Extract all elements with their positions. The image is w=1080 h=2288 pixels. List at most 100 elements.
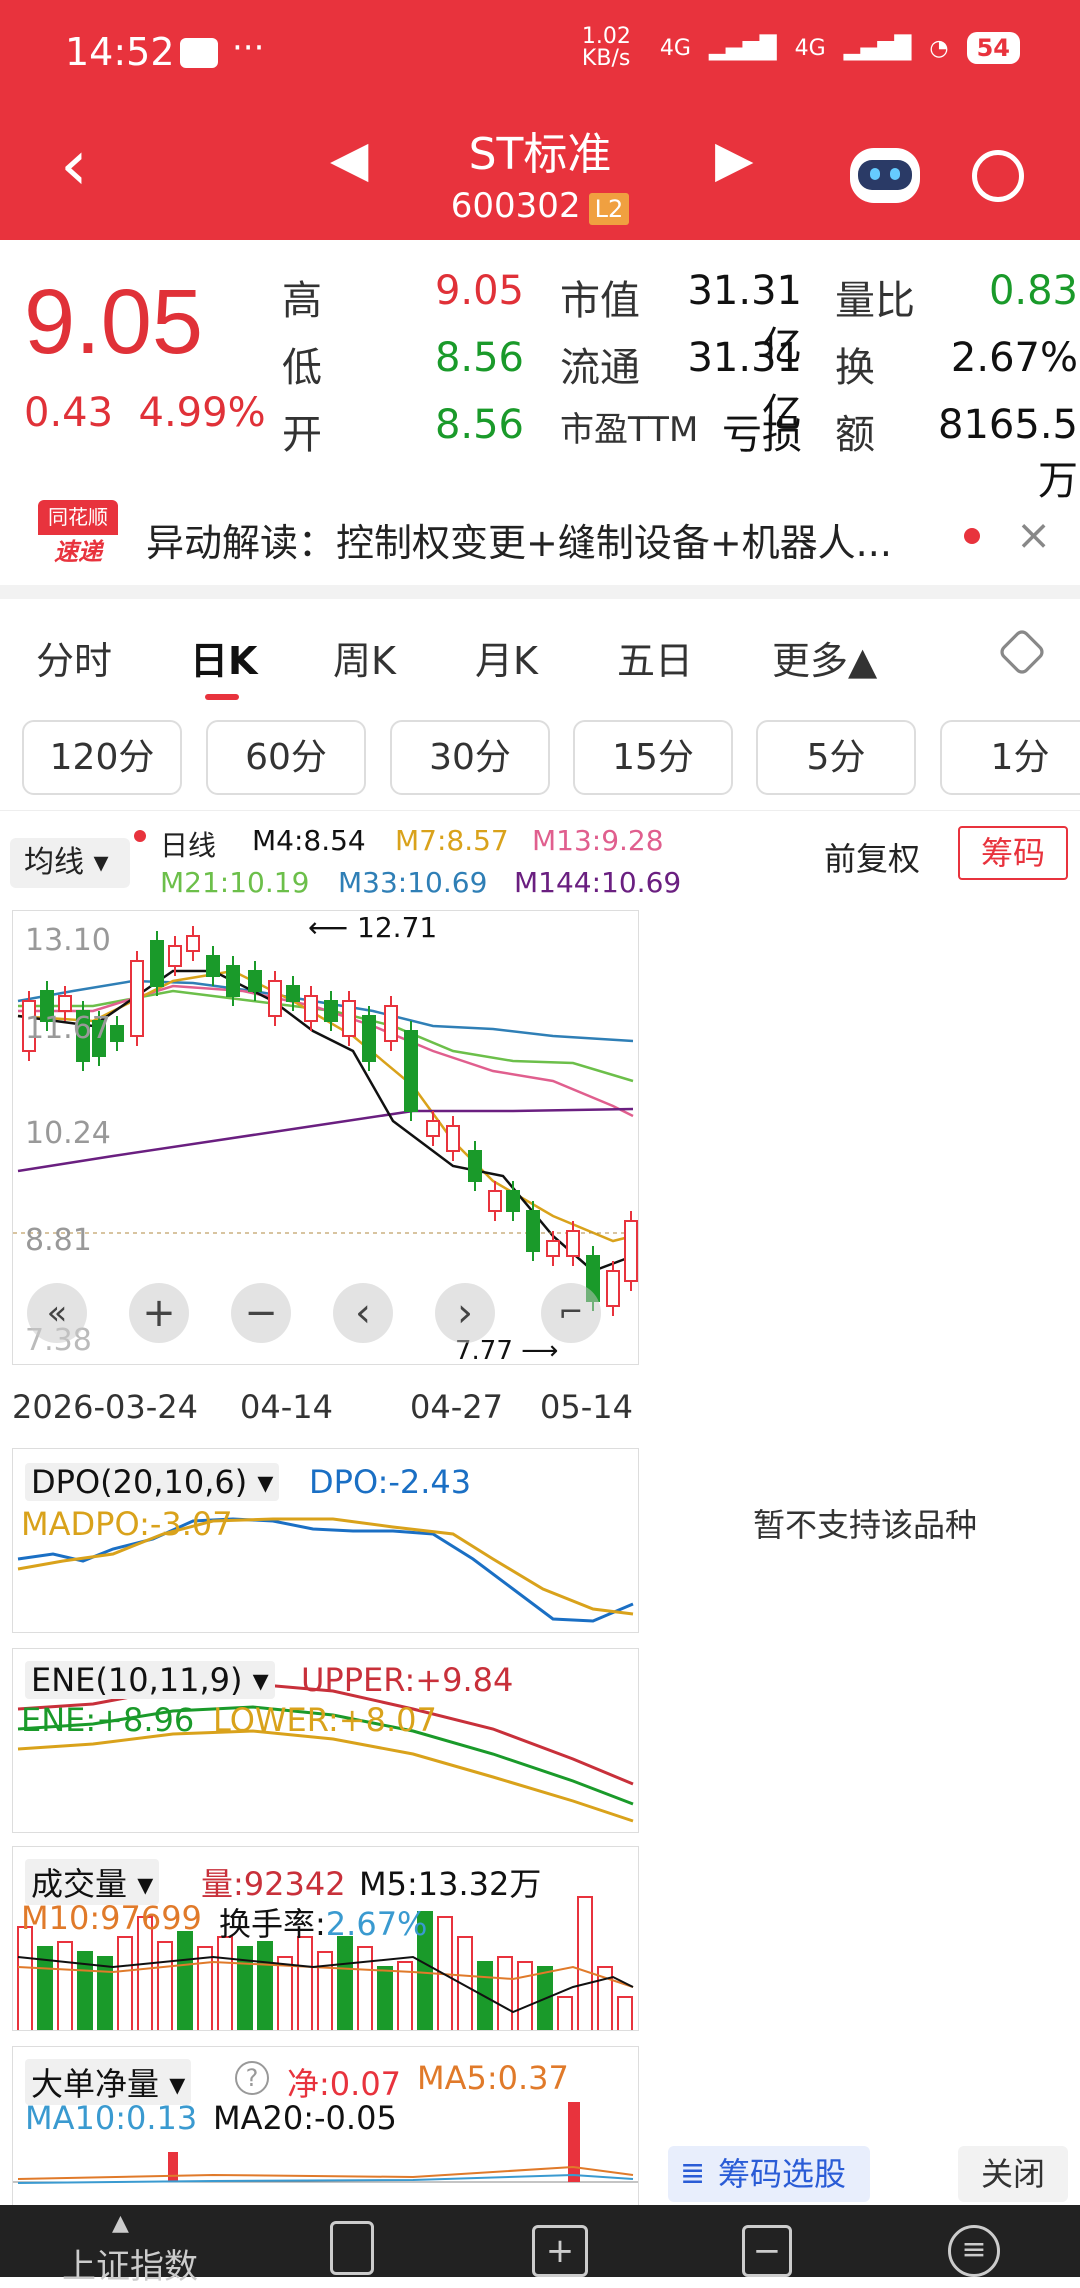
legend-m4: M4:8.54 xyxy=(252,824,366,857)
candle-body xyxy=(488,1190,502,1212)
big-order-panel[interactable]: 大单净量 ▾ ? 净:0.07 MA5:0.37 MA10:0.13 MA20:… xyxy=(12,2046,639,2206)
candle-body xyxy=(606,1270,620,1307)
search-icon[interactable] xyxy=(972,150,1024,202)
volratio-value: 0.83 xyxy=(988,268,1078,314)
volume-bar xyxy=(217,1936,233,2030)
divider xyxy=(0,585,1080,599)
list-icon: ≣ xyxy=(680,2156,706,2191)
notes-icon[interactable] xyxy=(330,2221,374,2275)
open-label: 开 xyxy=(282,412,322,458)
date-axis-4: 05-14 xyxy=(540,1388,633,1426)
candle-body xyxy=(150,940,164,987)
rewind-icon[interactable]: « xyxy=(27,1283,87,1343)
zoom-in-icon[interactable]: + xyxy=(129,1283,189,1343)
candle-body xyxy=(384,1005,398,1042)
signal-4g-2: 4G xyxy=(794,35,826,61)
add-watchlist-icon[interactable]: + xyxy=(532,2225,588,2277)
stock-code: 600302 L2 xyxy=(0,186,1080,226)
candle-body xyxy=(226,965,240,997)
chip-pick-button[interactable]: ≣ 筹码选股 xyxy=(668,2146,870,2202)
high-label: 高 xyxy=(282,278,322,324)
kline-chart[interactable]: 13.10 11.67 10.24 8.81 7.38 ⟵ 12.71 7.77… xyxy=(12,910,639,1365)
zoom-out-icon[interactable]: − xyxy=(231,1283,291,1343)
low-label: 低 xyxy=(282,345,322,391)
menu-icon[interactable]: ≡ xyxy=(948,2225,1000,2277)
period-15[interactable]: 15分 xyxy=(573,720,733,795)
ene-select[interactable]: ENE(10,11,9) ▾ xyxy=(25,1661,275,1699)
dpo-select[interactable]: DPO(20,10,6) ▾ xyxy=(25,1463,280,1501)
madpo-value: MADPO:-3.07 xyxy=(21,1505,233,1543)
active-tab-indicator xyxy=(205,694,239,700)
settings-icon[interactable] xyxy=(997,627,1047,677)
tab-weekly-k[interactable]: 周K xyxy=(333,630,396,685)
crosshair-icon[interactable]: ⌐ xyxy=(541,1283,601,1343)
candle-body xyxy=(304,995,318,1022)
candle-body xyxy=(446,1125,460,1152)
help-icon[interactable]: ? xyxy=(235,2061,269,2095)
trade-icon[interactable]: − xyxy=(742,2225,792,2277)
candle-body xyxy=(404,1030,418,1112)
close-chip-button[interactable]: 关闭 xyxy=(958,2146,1068,2202)
tab-daily-k[interactable]: 日K xyxy=(190,630,257,685)
low-value: 8.56 xyxy=(434,335,524,381)
volume-bar xyxy=(337,1936,353,2030)
scroll-left-icon[interactable]: ‹ xyxy=(333,1283,393,1343)
chip-button[interactable]: 筹码 xyxy=(958,826,1068,880)
period-60[interactable]: 60分 xyxy=(206,720,366,795)
candle-body xyxy=(624,1220,638,1282)
close-news-icon[interactable]: × xyxy=(1016,510,1051,559)
ene-mid: ENE:+8.96 xyxy=(21,1701,195,1739)
turnover-label: 换 xyxy=(835,345,875,391)
adjust-mode[interactable]: 前复权 xyxy=(824,834,920,880)
volume-bar xyxy=(377,1966,393,2030)
legend-m21: M21:10.19 xyxy=(160,866,310,899)
change-value: 0.43 xyxy=(24,390,114,436)
candle-body xyxy=(362,1015,376,1062)
ma-select[interactable]: 均线 ▾ xyxy=(10,838,130,888)
tab-five-day[interactable]: 五日 xyxy=(617,630,693,685)
tab-more[interactable]: 更多▲ xyxy=(772,630,877,685)
scroll-right-icon[interactable]: › xyxy=(435,1283,495,1343)
period-5[interactable]: 5分 xyxy=(756,720,916,795)
candle-body xyxy=(130,960,144,1037)
volume-bar xyxy=(317,1951,333,2030)
candle-body xyxy=(168,945,182,967)
period-120[interactable]: 120分 xyxy=(22,720,182,795)
ths-logo: 同花顺 速递 xyxy=(38,500,118,570)
volume-bar xyxy=(17,1926,33,2030)
status-time: 14:52 xyxy=(65,30,175,74)
period-1[interactable]: 1分 xyxy=(940,720,1080,795)
dpo-panel[interactable]: DPO(20,10,6) ▾ DPO:-2.43 MADPO:-3.07 xyxy=(12,1448,639,1633)
amount-label: 额 xyxy=(835,412,875,458)
volume-bar xyxy=(117,1936,133,2030)
signal-bars-icon: ▂▄▆█ xyxy=(843,35,912,61)
bottom-bar: ▲ 上证指数 + − ≡ xyxy=(0,2205,1080,2287)
candle-body xyxy=(426,1120,440,1137)
signal-bars-icon: ▂▄▆█ xyxy=(708,35,777,61)
candle-body xyxy=(546,1240,560,1257)
period-30[interactable]: 30分 xyxy=(390,720,550,795)
date-axis-1: 2026-03-24 xyxy=(12,1388,198,1426)
next-stock-icon[interactable]: ▶ xyxy=(715,130,753,188)
volume-panel[interactable]: 成交量 ▾ 量:92342 M5:13.32万 M10:97699 换手率:2.… xyxy=(12,1846,639,2031)
pe-value: 亏损 xyxy=(722,412,802,458)
legend-type: 日线 xyxy=(160,829,217,862)
unsupported-msg: 暂不支持该品种 xyxy=(752,1506,977,1544)
current-price: 9.05 xyxy=(24,271,204,373)
news-banner[interactable]: 同花顺 速递 异动解读：控制权变更+缝制设备+机器人... × xyxy=(0,490,1080,585)
date-axis-3: 04-27 xyxy=(410,1388,503,1426)
volume-bar xyxy=(557,1996,573,2030)
volume-bar xyxy=(297,1936,313,2030)
quote-panel: 9.05 0.43 4.99% 高 9.05 市值 31.31亿 量比 0.83… xyxy=(0,240,1080,504)
ene-lower: LOWER:+8.07 xyxy=(213,1701,437,1739)
volume-bar xyxy=(497,1956,513,2030)
index-label[interactable]: 上证指数 xyxy=(62,2239,198,2288)
volume-bar xyxy=(517,1961,533,2030)
app-notification-icon xyxy=(180,38,218,68)
tab-fenshi[interactable]: 分时 xyxy=(36,630,112,685)
tab-monthly-k[interactable]: 月K xyxy=(475,630,538,685)
ene-panel[interactable]: ENE(10,11,9) ▾ UPPER:+9.84 ENE:+8.96 LOW… xyxy=(12,1648,639,1833)
robot-assistant-icon[interactable] xyxy=(850,148,920,203)
candle-body xyxy=(286,985,300,1002)
legend-m7: M7:8.57 xyxy=(395,824,509,857)
